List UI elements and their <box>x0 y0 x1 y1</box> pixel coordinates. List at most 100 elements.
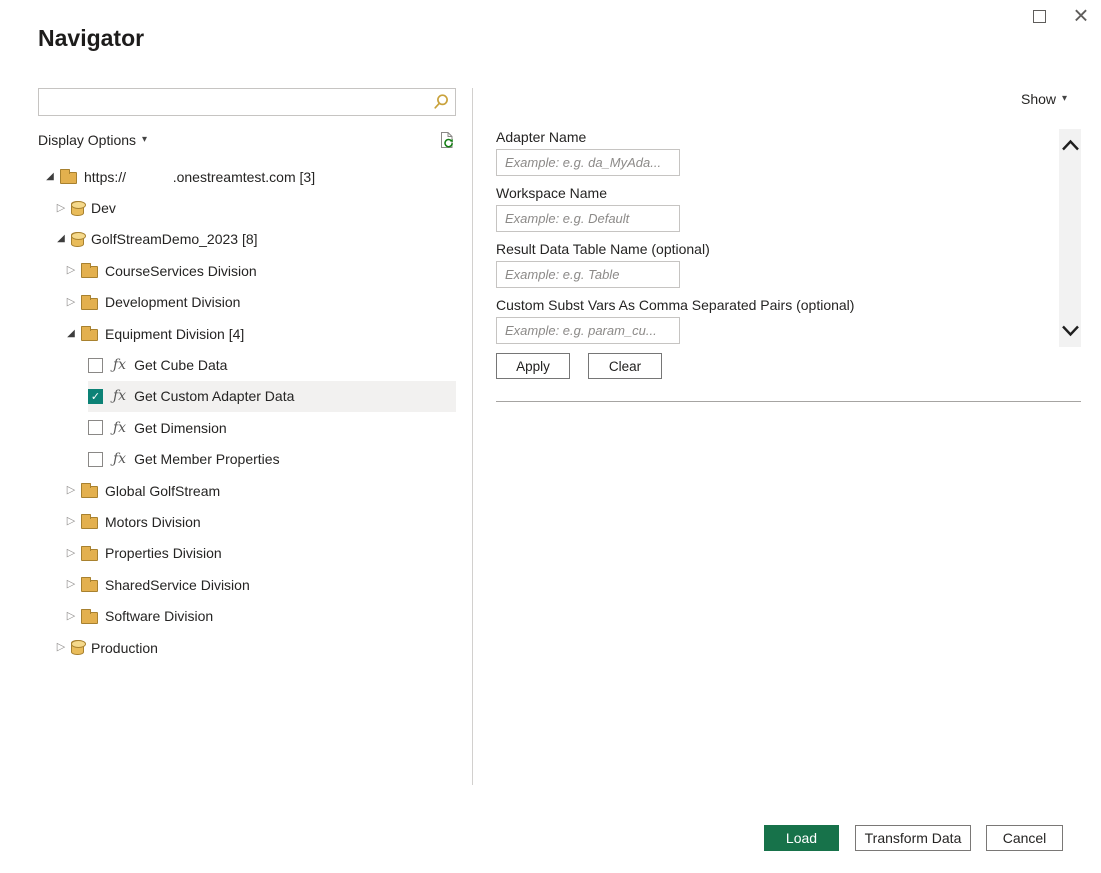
scrollbar[interactable] <box>1059 129 1081 347</box>
tree-item-golfstreamdemo[interactable]: ◢ GolfStreamDemo_2023 [8] <box>38 224 456 255</box>
field-label: Adapter Name <box>496 129 587 145</box>
tree-item-motors-division[interactable]: ▷ Motors Division <box>38 506 456 537</box>
show-label: Show <box>1021 91 1057 107</box>
chevron-down-icon: ▾ <box>142 134 148 145</box>
expand-icon[interactable]: ▷ <box>64 265 78 276</box>
tree-item-label: Development Division <box>105 294 241 311</box>
tree-item-sharedservice-division[interactable]: ▷ SharedService Division <box>38 569 456 600</box>
tree-item-label: CourseServices Division <box>105 262 257 279</box>
tree-item-get-custom-adapter-data[interactable]: ✓ ƒx Get Custom Adapter Data <box>38 380 456 413</box>
tree-item-label: Motors Division <box>105 513 201 530</box>
panel-divider <box>472 88 473 785</box>
function-icon: ƒx <box>113 388 127 405</box>
folder-icon <box>81 294 98 310</box>
preview-panel: Adapter Name Workspace Name Result Data … <box>496 129 1081 402</box>
tree-item-label: Production <box>91 639 158 656</box>
workspace-name-input[interactable] <box>496 205 680 232</box>
expand-icon[interactable]: ▷ <box>64 516 78 527</box>
function-icon: ƒx <box>113 357 127 374</box>
adapter-name-input[interactable] <box>496 149 680 176</box>
chevron-down-icon: ▾ <box>1062 93 1068 104</box>
field-label: Result Data Table Name (optional) <box>496 241 710 257</box>
tree-item-label: Software Division <box>105 608 214 625</box>
options-row: Display Options ▾ <box>38 127 456 153</box>
clear-button[interactable]: Clear <box>588 353 662 379</box>
tree-item-software-division[interactable]: ▷ Software Division <box>38 600 456 631</box>
tree-item-label: Properties Division <box>105 545 222 562</box>
chevron-up-icon[interactable] <box>1061 139 1079 151</box>
maximize-icon[interactable] <box>1033 10 1046 23</box>
tree-item-courseservices-division[interactable]: ▷ CourseServices Division <box>38 255 456 286</box>
checkbox-unchecked[interactable] <box>88 420 103 436</box>
apply-button[interactable]: Apply <box>496 353 570 379</box>
tree-item-label: Equipment Division [4] <box>105 325 245 342</box>
horizontal-divider <box>496 401 1081 402</box>
tree-leaf-selected[interactable]: ✓ ƒx Get Custom Adapter Data <box>88 380 456 413</box>
tree-item-get-dimension[interactable]: ƒx Get Dimension <box>38 412 456 443</box>
collapse-icon[interactable]: ◢ <box>43 171 57 182</box>
load-button[interactable]: Load <box>764 825 839 851</box>
folder-icon <box>81 608 98 624</box>
tree-item-global-golfstream[interactable]: ▷ Global GolfStream <box>38 475 456 506</box>
folder-icon <box>60 169 77 185</box>
folder-icon <box>81 263 98 279</box>
tree-item-label: SharedService Division <box>105 576 250 593</box>
checkbox-checked[interactable]: ✓ <box>88 388 103 404</box>
tree-item-label: https:// .onestreamtest.com [3] <box>84 168 316 185</box>
tree-item-properties-division[interactable]: ▷ Properties Division <box>38 538 456 569</box>
folder-icon <box>81 545 98 561</box>
expand-icon[interactable]: ▷ <box>64 579 78 590</box>
form-buttons: Apply Clear <box>496 353 1081 379</box>
expand-icon[interactable]: ▷ <box>64 610 78 622</box>
show-dropdown[interactable]: Show ▾ <box>1021 91 1067 107</box>
expand-icon[interactable]: ▷ <box>54 642 68 653</box>
checkbox-unchecked[interactable] <box>88 357 103 373</box>
folder-icon <box>81 326 98 342</box>
result-table-name-input[interactable] <box>496 261 680 288</box>
collapse-icon[interactable]: ◢ <box>54 234 68 244</box>
transform-data-button[interactable]: Transform Data <box>855 825 971 851</box>
tree-item-label: Get Dimension <box>134 419 227 436</box>
tree-leaf[interactable]: ƒx Get Dimension <box>88 412 456 443</box>
tree-item-label: Dev <box>91 200 116 217</box>
search-input[interactable] <box>39 89 427 115</box>
custom-subst-vars-input[interactable] <box>496 317 680 344</box>
tree-leaf[interactable]: ƒx Get Member Properties <box>88 444 456 475</box>
tree-item-server[interactable]: ◢ https:// .onestreamtest.com [3] <box>38 161 456 192</box>
folder-icon <box>81 577 98 593</box>
tree-leaf[interactable]: ƒx Get Cube Data <box>88 349 456 380</box>
page-title: Navigator <box>38 25 145 51</box>
tree-item-production[interactable]: ▷ Production <box>38 632 456 663</box>
folder-icon <box>81 514 98 530</box>
tree-item-development-division[interactable]: ▷ Development Division <box>38 287 456 318</box>
tree-item-label: Global GolfStream <box>105 482 221 499</box>
function-icon: ƒx <box>113 451 127 468</box>
expand-icon[interactable]: ▷ <box>64 547 78 559</box>
display-options-dropdown[interactable]: Display Options ▾ <box>38 132 147 148</box>
navigator-dialog: × Navigator Display Options ▾ ◢ https://… <box>0 0 1101 873</box>
expand-icon[interactable]: ▷ <box>54 202 68 214</box>
tree-item-dev[interactable]: ▷ Dev <box>38 192 456 223</box>
tree-item-label: GolfStreamDemo_2023 [8] <box>91 231 258 248</box>
function-icon: ƒx <box>113 419 127 436</box>
expand-icon[interactable]: ▷ <box>64 485 78 496</box>
search-box <box>38 88 456 116</box>
cancel-button[interactable]: Cancel <box>986 825 1063 851</box>
checkbox-unchecked[interactable] <box>88 451 103 467</box>
tree-item-label: Get Member Properties <box>134 451 280 468</box>
tree-item-equipment-division[interactable]: ◢ Equipment Division [4] <box>38 318 456 349</box>
folder-icon <box>81 483 98 499</box>
field-adapter-name: Adapter Name <box>496 129 1081 176</box>
search-icon[interactable] <box>427 93 455 111</box>
tree-item-label: Get Cube Data <box>134 357 228 374</box>
tree-item-get-cube-data[interactable]: ƒx Get Cube Data <box>38 349 456 380</box>
close-icon[interactable]: × <box>1068 0 1094 30</box>
refresh-icon[interactable] <box>438 131 456 149</box>
chevron-down-icon[interactable] <box>1061 325 1079 337</box>
collapse-icon[interactable]: ◢ <box>64 328 78 339</box>
tree-item-label: Get Custom Adapter Data <box>134 388 295 405</box>
expand-icon[interactable]: ▷ <box>64 296 78 308</box>
tree-item-get-member-properties[interactable]: ƒx Get Member Properties <box>38 444 456 475</box>
field-label: Workspace Name <box>496 185 608 201</box>
field-label: Custom Subst Vars As Comma Separated Pai… <box>496 297 855 313</box>
